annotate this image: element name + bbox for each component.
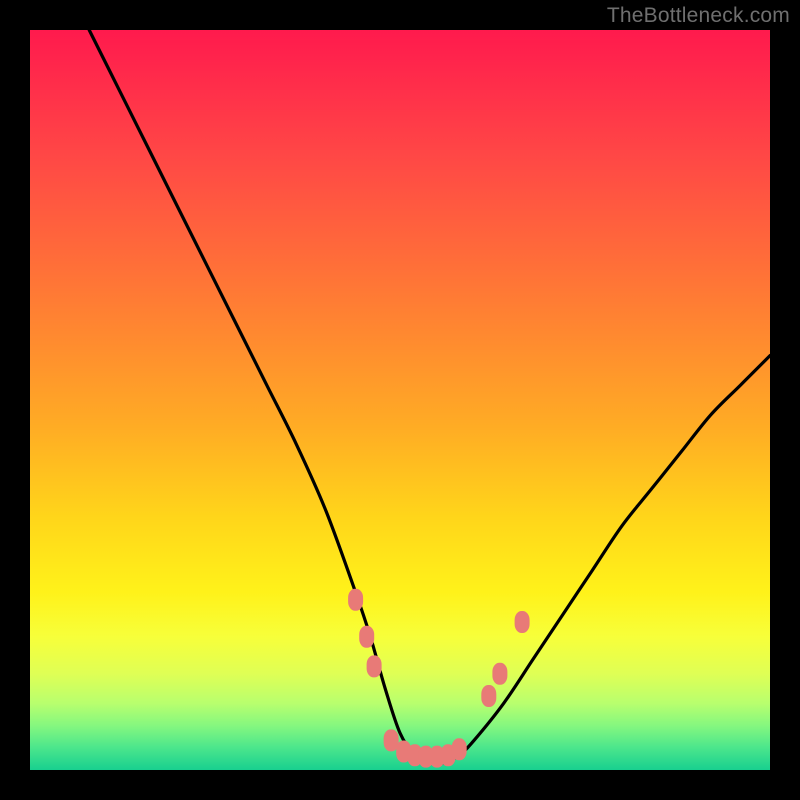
curve-marker — [367, 655, 382, 677]
curve-marker — [348, 589, 363, 611]
curve-marker — [515, 611, 530, 633]
curve-marker — [452, 738, 467, 760]
curve-marker — [359, 626, 374, 648]
chart-frame: TheBottleneck.com — [0, 0, 800, 800]
curve-marker — [481, 685, 496, 707]
plot-area — [30, 30, 770, 770]
bottleneck-curve — [89, 30, 770, 764]
watermark-text: TheBottleneck.com — [607, 4, 790, 28]
chart-svg — [30, 30, 770, 770]
curve-marker — [492, 663, 507, 685]
